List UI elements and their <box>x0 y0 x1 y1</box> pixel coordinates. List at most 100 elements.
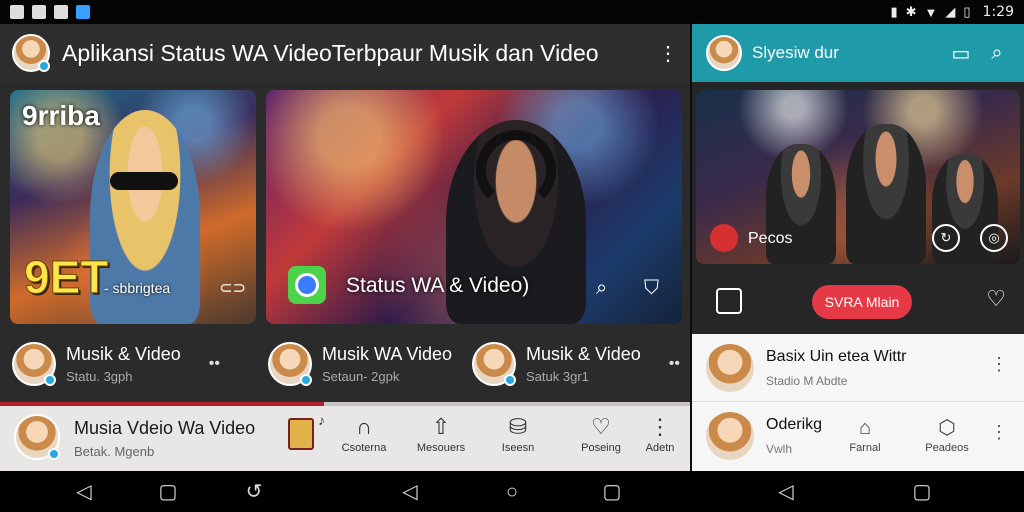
avatar <box>14 414 60 460</box>
app-title: Slyesiw dur <box>752 43 839 62</box>
more-icon: ⋮ <box>649 414 671 439</box>
compass-icon[interactable]: ◎ <box>980 224 1008 252</box>
list-item[interactable]: Musik WA Video Setaun- 2gpk <box>268 342 452 386</box>
item-title: Musik WA Video <box>322 344 453 364</box>
system-nav-bar: ◁ ▢ ↺ ◁ ○ ▢ ◁ ▢ <box>0 471 1024 512</box>
recents-icon[interactable]: ▢ <box>910 480 934 504</box>
link-icon[interactable]: ⊂⊃ <box>219 278 246 298</box>
headphones <box>476 130 556 210</box>
progress-bar[interactable] <box>0 402 690 406</box>
battery-icon: ▯ <box>963 4 971 19</box>
item-subtitle: Statu. 3gph <box>66 369 133 384</box>
player-subtitle: Betak. Mgenb <box>74 444 155 459</box>
more-icon[interactable]: ⋮ <box>658 41 678 66</box>
card-headline: 9ET <box>23 251 109 304</box>
heart-icon: ♡ <box>591 414 611 439</box>
bluetooth-icon: ✱ <box>905 4 917 19</box>
item-title: Basix Uin etea Wittr <box>766 348 907 365</box>
item-subtitle: Setaun- 2gpk <box>322 369 400 384</box>
item-subtitle: Stadio M Abdte <box>766 374 848 388</box>
battery-saver-icon: ▮ <box>890 4 898 19</box>
primary-button[interactable]: SVRA Mlain <box>812 285 912 319</box>
nav-item-mesouers[interactable]: ⇧ Mesouers <box>407 412 475 454</box>
right-app-window: Slyesiw dur ▭ ⌕ Pecos ↻ ◎ SVRA Mlain ♡ B… <box>692 24 1024 471</box>
item-subtitle: Vwlh <box>766 442 793 456</box>
avatar <box>12 342 56 386</box>
heart-icon[interactable]: ♡ <box>986 286 1006 312</box>
home-circle-icon[interactable]: ○ <box>500 480 524 504</box>
list: Basix Uin etea Wittr Stadio M Abdte ⋮ Od… <box>692 334 1024 471</box>
nav-item-farnal[interactable]: ⌂ Farnal <box>838 414 892 454</box>
app-bar: Aplikansi Status WA VideoTerbpaur Musik … <box>0 24 690 82</box>
app-icon <box>76 5 90 19</box>
shield-icon[interactable]: ⛉ <box>644 277 659 300</box>
more-icon[interactable]: •• <box>669 355 680 373</box>
music-note-icon: ♪ <box>318 412 325 428</box>
recents-icon[interactable]: ▢ <box>600 480 624 504</box>
progress-fill <box>0 402 325 406</box>
arrow-up-icon: ⇧ <box>431 414 451 439</box>
search-icon[interactable]: ⌕ <box>984 42 1010 65</box>
back-icon[interactable]: ◁ <box>774 480 798 504</box>
status-bar: ▮ ✱ ▼ ◢ ▯ 1:29 <box>0 0 1024 24</box>
more-icon[interactable]: ⋮ <box>990 422 1008 443</box>
avatar[interactable] <box>12 34 50 72</box>
gallery-icon <box>54 5 68 19</box>
app-logo-icon <box>288 266 326 304</box>
card-caption: Status WA & Video) <box>346 274 530 297</box>
clock: 1:29 <box>982 4 1014 20</box>
left-app-window: Aplikansi Status WA VideoTerbpaur Musik … <box>0 24 690 471</box>
item-subtitle: Satuk 3gr1 <box>526 369 589 384</box>
sunglasses <box>110 172 178 190</box>
app-bar: Slyesiw dur ▭ ⌕ <box>692 24 1024 82</box>
list-item[interactable]: Oderikg Vwlh ⌂ Farnal ⬡ Peadeos ⋮ <box>692 402 1024 470</box>
performer <box>846 124 926 264</box>
more-icon[interactable]: •• <box>209 355 220 373</box>
database-icon: ⛁ <box>508 414 528 439</box>
avatar <box>268 342 312 386</box>
list-item[interactable]: Musik & Video Satuk 3gr1 •• <box>472 342 680 386</box>
signal-icon: ◢ <box>945 4 956 19</box>
featured-cards: 9rriba 9ET - sbbrigtea ⊂⊃ Status WA & Vi… <box>10 90 682 324</box>
verified-icon <box>38 60 50 72</box>
item-title: Musik & Video <box>526 344 641 364</box>
avatar <box>706 344 754 392</box>
list-item[interactable]: Basix Uin etea Wittr Stadio M Abdte ⋮ <box>692 334 1024 402</box>
avatar <box>706 412 754 460</box>
video-caption: Pecos <box>748 230 793 247</box>
item-title: Oderikg <box>766 416 823 433</box>
home-square-icon[interactable]: ▢ <box>156 480 180 504</box>
back-icon[interactable]: ◁ <box>398 480 422 504</box>
nav-item-csoterna[interactable]: ∩ Csoterna <box>330 412 398 454</box>
square-icon[interactable] <box>716 288 742 314</box>
search-icon[interactable]: ⌕ <box>596 277 607 300</box>
channel-logo-icon <box>710 224 738 252</box>
more-icon[interactable]: ⋮ <box>990 354 1008 375</box>
video-card[interactable]: Status WA & Video) ⌕ ⛉ <box>266 90 682 324</box>
item-title: Musik & Video <box>66 344 181 364</box>
nav-item-poseing[interactable]: ♡ Poseing <box>567 412 635 454</box>
photo-icon <box>32 5 46 19</box>
mini-player[interactable]: Musia Vdeio Wa Video Betak. Mgenb ♪ ∩ Cs… <box>0 402 690 471</box>
video-card[interactable]: 9rriba 9ET - sbbrigtea ⊂⊃ <box>10 90 256 324</box>
timer-icon[interactable]: ↻ <box>932 224 960 252</box>
list-item[interactable]: Musik & Video Statu. 3gph •• <box>12 342 220 386</box>
back-icon[interactable]: ◁ <box>72 480 96 504</box>
nav-item-peadeos[interactable]: ⬡ Peadeos <box>920 414 974 454</box>
action-bar: SVRA Mlain ♡ <box>692 274 1024 328</box>
hexagon-icon: ⬡ <box>938 417 956 439</box>
avatar[interactable] <box>706 35 742 71</box>
bookmark-icon[interactable]: ▭ <box>948 41 974 66</box>
card-caption: - sbbrigtea <box>104 280 171 296</box>
screen: ▮ ✱ ▼ ◢ ▯ 1:29 Aplikansi Status WA Video… <box>0 0 1024 512</box>
video-thumbnail[interactable]: Pecos ↻ ◎ <box>696 90 1020 264</box>
album-thumbnail <box>288 418 314 450</box>
card-badge: 9rriba <box>22 100 100 131</box>
nav-item-iseesn[interactable]: ⛁ Iseesn <box>484 412 552 454</box>
player-title: Musia Vdeio Wa Video <box>74 418 256 438</box>
rotate-icon[interactable]: ↺ <box>242 480 266 504</box>
nav-item-adetn[interactable]: ⋮ Adetn <box>634 412 686 454</box>
wifi-icon: ▼ <box>924 4 938 20</box>
avatar <box>472 342 516 386</box>
headphones-icon: ∩ <box>356 414 372 439</box>
